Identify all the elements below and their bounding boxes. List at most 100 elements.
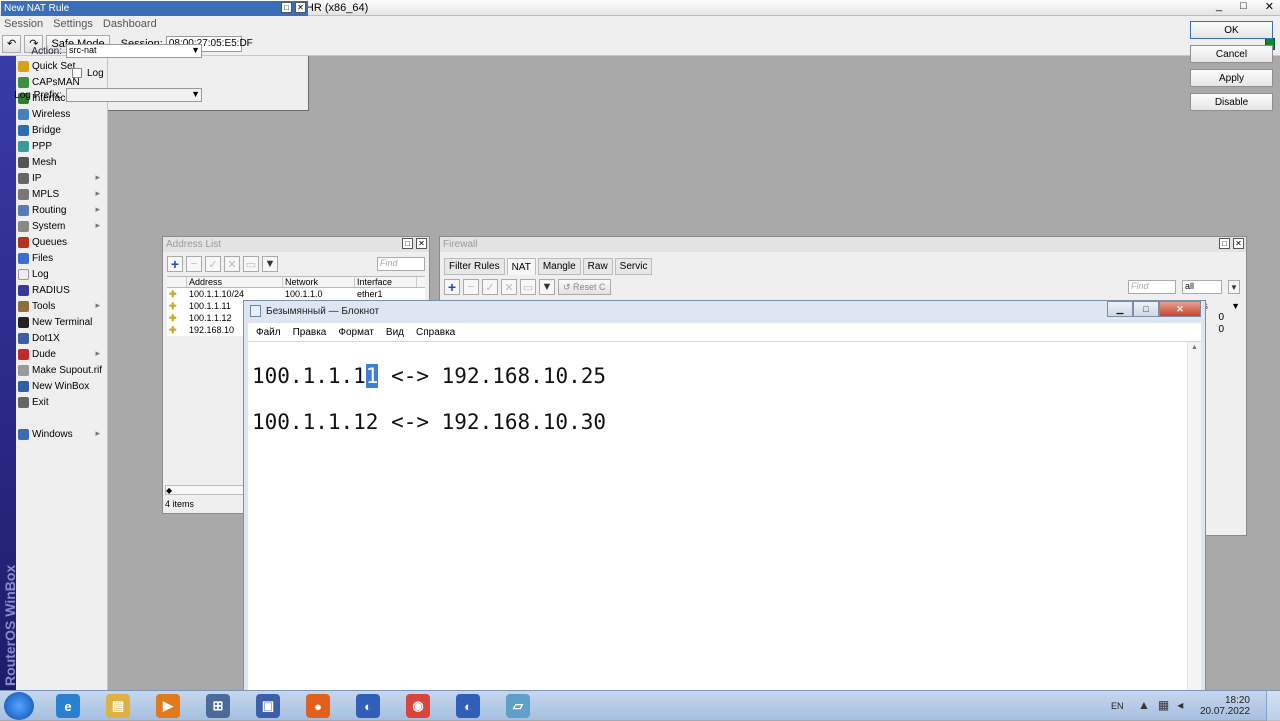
comment-icon[interactable]: ▭ [520, 279, 536, 295]
clock[interactable]: 18:20 20.07.2022 [1200, 695, 1250, 717]
address-find-input[interactable]: Find [377, 257, 425, 271]
taskbar: e ▤ ▶ ⊞ ▣ ● ◐ ◉ ◐ ▱ EN ▲ ▦ ◂ 18:20 20.07.2022 [0, 690, 1280, 721]
menu-settings[interactable]: Settings [53, 18, 93, 30]
horizontal-scrollbar[interactable]: ◆ [165, 485, 245, 495]
language-indicator[interactable]: EN [1111, 701, 1124, 711]
col-interface[interactable]: Interface [355, 277, 417, 287]
network-icon[interactable]: ⊞ [206, 694, 230, 718]
tab-raw[interactable]: Raw [582, 258, 613, 275]
sidebar-item-ppp[interactable]: PPP [18, 138, 106, 154]
filter-icon[interactable]: ▼ [262, 256, 278, 272]
menu-view[interactable]: Вид [386, 327, 404, 338]
sidebar-item-new-terminal[interactable]: New Terminal [18, 314, 106, 330]
maximize-window-icon[interactable]: □ [402, 238, 413, 249]
sidebar-item-files[interactable]: Files [18, 250, 106, 266]
firefox-icon[interactable]: ● [306, 694, 330, 718]
sidebar-item-exit[interactable]: Exit [18, 394, 106, 410]
close-button[interactable]: ✕ [1265, 0, 1274, 13]
sidebar-item-new-winbox[interactable]: New WinBox [18, 378, 106, 394]
sidebar-item-tools[interactable]: Tools ▸ [18, 298, 106, 314]
close-window-icon[interactable]: ✕ [295, 2, 306, 13]
start-button[interactable] [4, 692, 34, 720]
menu-edit[interactable]: Правка [293, 327, 327, 338]
sidebar-item-dude[interactable]: Dude ▸ [18, 346, 106, 362]
ie-icon[interactable]: e [56, 694, 80, 718]
sidebar-item-routing[interactable]: Routing ▸ [18, 202, 106, 218]
close-window-icon[interactable]: ✕ [1233, 238, 1244, 249]
table-cell: 100.1.1.0 [285, 289, 323, 299]
enable-icon[interactable]: ✓ [205, 256, 221, 272]
sidebar-item-system[interactable]: System ▸ [18, 218, 106, 234]
sidebar-item-mesh[interactable]: Mesh [18, 154, 106, 170]
sidebar-item-log[interactable]: Log [18, 266, 106, 282]
menu-help[interactable]: Справка [416, 327, 455, 338]
app-blue2-icon[interactable]: ◐ [456, 694, 480, 718]
table-row[interactable]: ✚ 100.1.1.10/24 100.1.1.0 ether1 [167, 288, 425, 300]
volume-icon[interactable]: ◂ [1177, 698, 1183, 712]
maximize-window-icon[interactable]: □ [1219, 238, 1230, 249]
menu-session[interactable]: Session [4, 18, 43, 30]
sidebar-item-bridge[interactable]: Bridge [18, 122, 106, 138]
comment-icon[interactable]: ▭ [243, 256, 259, 272]
tab-mangle[interactable]: Mangle [537, 258, 581, 275]
close-window-icon[interactable]: ✕ [416, 238, 427, 249]
reset-counters-button[interactable]: ↺ Reset C [558, 279, 611, 295]
clock-date: 20.07.2022 [1199, 706, 1250, 717]
sidebar-item-make-supout-rif[interactable]: Make Supout.rif [18, 362, 106, 378]
remove-icon[interactable]: − [186, 256, 202, 272]
minimize-icon[interactable]: ▁ [1107, 301, 1133, 317]
sidebar-item-ip[interactable]: IP ▸ [18, 170, 106, 186]
firewall-filter-select[interactable]: all [1182, 280, 1222, 294]
maximize-icon[interactable]: □ [1133, 301, 1159, 317]
remove-icon[interactable]: − [463, 279, 479, 295]
notepad-app-icon[interactable]: ▱ [506, 694, 530, 718]
log-prefix-input[interactable]: ▼ [66, 88, 202, 102]
sidebar-item-dot1x[interactable]: Dot1X [18, 330, 106, 346]
files-icon [18, 252, 29, 264]
maximize-window-icon[interactable]: □ [281, 2, 292, 13]
show-desktop-button[interactable] [1266, 691, 1280, 721]
log-checkbox[interactable] [72, 68, 82, 78]
chrome-icon[interactable]: ◉ [406, 694, 430, 718]
tab-servic[interactable]: Servic [614, 258, 653, 275]
sidebar-item-wireless[interactable]: Wireless [18, 106, 106, 122]
vertical-scrollbar[interactable]: ▲ [1187, 342, 1201, 692]
action-select[interactable]: src-nat ▼ [66, 44, 202, 58]
minimize-button[interactable]: _ [1216, 0, 1222, 13]
disable-icon[interactable]: ✕ [224, 256, 240, 272]
notepad-title: Безымянный — Блокнот [266, 305, 380, 317]
disable-icon[interactable]: ✕ [501, 279, 517, 295]
apply-button[interactable]: Apply [1190, 69, 1273, 87]
cancel-button[interactable]: Cancel [1190, 45, 1273, 63]
winbox-app-icon[interactable]: ▣ [256, 694, 280, 718]
col-network[interactable]: Network [283, 277, 355, 287]
sidebar-item-mpls[interactable]: MPLS ▸ [18, 186, 106, 202]
add-icon[interactable]: + [444, 279, 460, 295]
close-icon[interactable]: ✕ [1159, 301, 1201, 317]
filter-icon[interactable]: ▼ [539, 279, 555, 295]
network-tray-icon[interactable]: ▦ [1158, 698, 1169, 712]
maximize-button[interactable]: □ [1240, 0, 1247, 13]
column-dropdown-icon[interactable]: ▼ [1231, 301, 1240, 311]
disable-button[interactable]: Disable [1190, 93, 1273, 111]
ok-button[interactable]: OK [1190, 21, 1273, 39]
menu-format[interactable]: Формат [338, 327, 374, 338]
col-address[interactable]: Address [187, 277, 283, 287]
menu-dashboard[interactable]: Dashboard [103, 18, 157, 30]
tab-filter-rules[interactable]: Filter Rules [444, 258, 505, 275]
scroll-up-icon[interactable]: ▲ [1188, 344, 1201, 351]
app-blue-icon[interactable]: ◐ [356, 694, 380, 718]
sidebar-item-windows[interactable]: Windows ▸ [18, 426, 106, 442]
menu-file[interactable]: Файл [256, 327, 281, 338]
sidebar-item-queues[interactable]: Queues [18, 234, 106, 250]
notepad-text-area[interactable]: 100.1.1.11 <-> 192.168.10.25 100.1.1.12 … [248, 341, 1201, 692]
add-icon[interactable]: + [167, 256, 183, 272]
tab-nat[interactable]: NAT [506, 258, 536, 275]
enable-icon[interactable]: ✓ [482, 279, 498, 295]
media-player-icon[interactable]: ▶ [156, 694, 180, 718]
filter-dropdown-icon[interactable]: ▼ [1228, 280, 1240, 294]
explorer-icon[interactable]: ▤ [106, 694, 130, 718]
firewall-find-input[interactable]: Find [1128, 280, 1176, 294]
tray-arrow-icon[interactable]: ▲ [1138, 698, 1150, 712]
sidebar-item-radius[interactable]: RADIUS [18, 282, 106, 298]
